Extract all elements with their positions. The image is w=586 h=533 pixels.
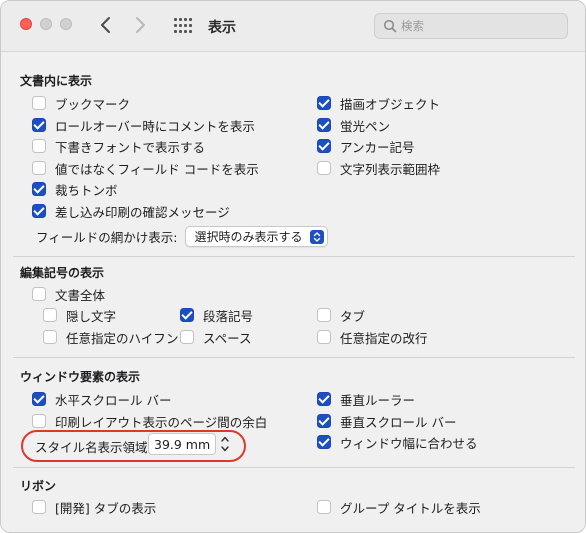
checkbox-label: 水平スクロール バー [55,392,172,408]
section-divider [13,256,575,257]
minimize-light-icon[interactable] [40,18,52,30]
checkbox[interactable] [32,287,46,301]
section-title-window: ウィンドウ要素の表示 [20,370,141,384]
checkbox-draft-font[interactable]: 下書きフォントで表示する [32,137,205,155]
checkbox-label: 隠し文字 [66,308,117,324]
checkbox-wrap-to-window[interactable]: ウィンドウ幅に合わせる [317,433,478,451]
updown-arrows-icon [310,230,325,244]
checkbox[interactable] [32,139,46,153]
field-shading-popup[interactable]: 選択時のみ表示する [185,226,329,247]
preferences-window: 表示 文書内に表示 ブックマーク ロールオーバー時にコメントを表示 下書きフォン… [0,0,586,533]
checkbox-label: 任意指定のハイフン [66,330,179,346]
section-divider [13,357,575,358]
section-title-ribbon: リボン [20,479,57,493]
checkbox-horizontal-scrollbar[interactable]: 水平スクロール バー [32,390,171,408]
checkbox-checked[interactable] [317,139,331,153]
checkbox-developer-tab[interactable]: [開発] タブの表示 [32,498,156,516]
checkbox-checked[interactable] [180,308,194,322]
checkbox-label: 下書きフォントで表示する [55,139,206,155]
checkbox-checked[interactable] [317,414,331,428]
checkbox-highlight[interactable]: 蛍光ペン [317,116,390,134]
checkbox-text-boundaries[interactable]: 文字列表示範囲枠 [317,159,440,177]
checkbox-mail-merge-confirm[interactable]: 差し込み印刷の確認メッセージ [32,202,230,220]
field-shading-value: 選択時のみ表示する [194,230,303,244]
checkbox-checked[interactable] [32,392,46,406]
checkbox-spaces[interactable]: スペース [180,328,252,346]
checkbox-label: スペース [203,330,252,346]
checkbox-anchors[interactable]: アンカー記号 [317,137,415,155]
grid-icon[interactable] [174,18,192,33]
checkbox-label: 裁ちトンボ [55,182,118,198]
checkbox[interactable] [43,330,57,344]
window-title: 表示 [208,20,236,36]
checkbox-checked[interactable] [317,392,331,406]
checkbox-tabs[interactable]: タブ [317,306,365,324]
checkbox-checked[interactable] [32,118,46,132]
checkbox-label: ウィンドウ幅に合わせる [340,435,478,451]
checkbox-label: タブ [340,308,366,324]
checkbox[interactable] [32,161,46,175]
checkbox-label: グループ タイトルを表示 [340,500,481,516]
checkbox-bookmarks[interactable]: ブックマーク [32,94,130,112]
search-icon [383,19,397,33]
checkbox-hidden-text[interactable]: 隠し文字 [43,306,116,324]
checkbox-field-codes[interactable]: 値ではなくフィールド コードを表示 [32,159,259,177]
checkbox[interactable] [317,161,331,175]
checkbox[interactable] [317,308,331,322]
checkbox-checked[interactable] [32,204,46,218]
checkbox-label: 垂直スクロール バー [340,414,457,430]
search-input[interactable] [401,17,561,35]
checkbox-drawings[interactable]: 描画オブジェクト [317,94,440,112]
checkbox-page-gaps[interactable]: 印刷レイアウト表示のページ間の余白 [32,412,267,430]
style-area-input[interactable] [148,433,216,455]
checkbox-rollover-comments[interactable]: ロールオーバー時にコメントを表示 [32,116,255,134]
field-shading-row: フィールドの網かけ表示: 選択時のみ表示する [36,226,329,247]
checkbox-label: 蛍光ペン [340,118,391,134]
zoom-light-icon[interactable] [60,18,72,30]
checkbox-label: 描画オブジェクト [340,96,441,112]
checkbox[interactable] [317,500,331,514]
checkbox[interactable] [317,330,331,344]
checkbox-group-titles[interactable]: グループ タイトルを表示 [317,498,481,516]
checkbox-label: 差し込み印刷の確認メッセージ [55,204,230,220]
close-light-icon[interactable] [20,18,32,30]
section-title-document: 文書内に表示 [20,74,93,88]
checkbox-paragraph-marks[interactable]: 段落記号 [180,306,253,324]
section-title-formatting-marks: 編集記号の表示 [20,266,105,280]
section-divider [13,467,575,468]
checkbox-vertical-ruler[interactable]: 垂直ルーラー [317,390,415,408]
checkbox-optional-breaks[interactable]: 任意指定の改行 [317,328,428,346]
checkbox-checked[interactable] [317,96,331,110]
checkbox-vertical-scrollbar[interactable]: 垂直スクロール バー [317,412,456,430]
checkbox-label: アンカー記号 [340,139,415,155]
checkbox-checked[interactable] [317,118,331,132]
checkbox-all-marks[interactable]: 文書全体 [32,285,105,303]
checkbox-label: 垂直ルーラー [340,392,416,408]
checkbox-label: 値ではなくフィールド コードを表示 [55,161,259,177]
title-bar: 表示 [1,1,585,51]
chevron-left-icon[interactable] [93,11,119,39]
field-shading-label: フィールドの網かけ表示: [36,230,178,245]
search-field[interactable] [374,13,568,39]
checkbox-checked[interactable] [32,182,46,196]
checkbox-label: ブックマーク [55,96,131,112]
checkbox[interactable] [32,414,46,428]
style-area-label: スタイル名表示領域: [35,440,152,455]
checkbox-label: 文書全体 [55,287,106,303]
checkbox-label: [開発] タブの表示 [55,500,157,516]
checkbox[interactable] [32,96,46,110]
checkbox[interactable] [32,500,46,514]
checkbox-crop-marks[interactable]: 裁ちトンボ [32,180,118,198]
style-area-stepper[interactable] [218,433,232,455]
checkbox-checked[interactable] [317,435,331,449]
checkbox-label: ロールオーバー時にコメントを表示 [55,118,255,134]
checkbox-label: 文字列表示範囲枠 [340,161,441,177]
checkbox-label: 任意指定の改行 [340,330,428,346]
checkbox-optional-hyphens[interactable]: 任意指定のハイフン [43,328,179,346]
chevron-right-icon[interactable] [127,11,153,39]
checkbox[interactable] [43,308,57,322]
checkbox[interactable] [180,330,194,344]
checkbox-label: 印刷レイアウト表示のページ間の余白 [55,414,268,430]
checkbox-label: 段落記号 [203,308,254,324]
